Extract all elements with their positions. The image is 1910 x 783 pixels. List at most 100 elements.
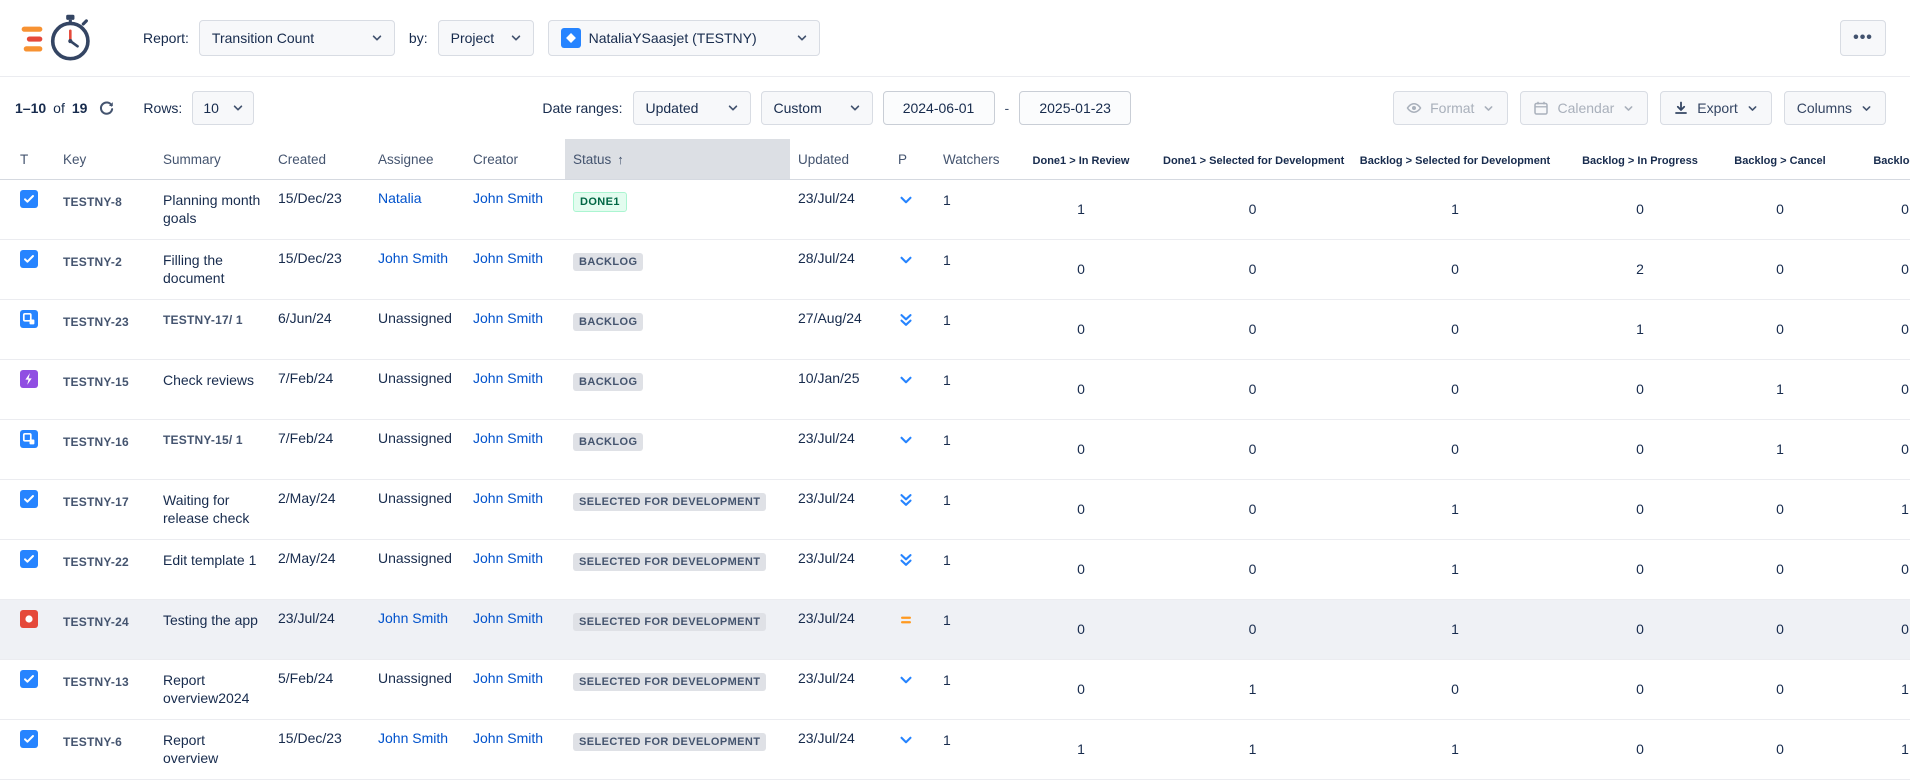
assignee-link[interactable]: John Smith	[378, 610, 448, 626]
creator-link[interactable]: John Smith	[473, 670, 543, 686]
report-type-value: Transition Count	[212, 30, 314, 46]
report-label: Report:	[143, 30, 189, 46]
issue-summary[interactable]: Report overview2024	[163, 672, 249, 707]
watchers-count: 1	[935, 299, 1007, 359]
table-row[interactable]: TESTNY-24Testing the app23/Jul/24John Sm…	[0, 599, 1910, 659]
table-row[interactable]: TESTNY-23TESTNY-17/ 16/Jun/24UnassignedJ…	[0, 299, 1910, 359]
status-badge: SELECTED FOR DEVELOPMENT	[573, 613, 766, 631]
column-header-done1-in-review[interactable]: Done1 > In Review	[1007, 139, 1155, 179]
date-from-input[interactable]	[883, 91, 995, 125]
issue-summary[interactable]: Filling the document	[163, 252, 224, 287]
column-header-watchers[interactable]: Watchers	[935, 139, 1007, 179]
project-select[interactable]: NataliaYSaasjet (TESTNY)	[548, 20, 820, 56]
creator-link[interactable]: John Smith	[473, 190, 543, 206]
creator-link[interactable]: John Smith	[473, 430, 543, 446]
transition-count: 0	[1560, 479, 1720, 539]
chevron-down-icon	[1482, 102, 1495, 115]
column-header-status[interactable]: Status↑	[565, 139, 790, 179]
table-row[interactable]: TESTNY-8Planning month goals15/Dec/23Nat…	[0, 179, 1910, 239]
creator-link[interactable]: John Smith	[473, 310, 543, 326]
issue-summary[interactable]: Planning month goals	[163, 192, 260, 227]
column-header-assignee[interactable]: Assignee	[370, 139, 465, 179]
assignee-link[interactable]: Natalia	[378, 190, 422, 206]
more-options-button[interactable]: •••	[1840, 20, 1886, 56]
group-by-select[interactable]: Project	[438, 20, 534, 56]
refresh-icon[interactable]	[98, 100, 115, 117]
status-badge: BACKLOG	[573, 433, 643, 451]
column-header-backlog-c[interactable]: Backlog > C	[1840, 139, 1910, 179]
issue-summary[interactable]: Testing the app	[163, 612, 258, 628]
assignee-link[interactable]: John Smith	[378, 250, 448, 266]
creator-link[interactable]: John Smith	[473, 370, 543, 386]
issue-key[interactable]: TESTNY-22	[63, 555, 129, 569]
creator-link[interactable]: John Smith	[473, 490, 543, 506]
issue-key[interactable]: TESTNY-16	[63, 435, 129, 449]
columns-button[interactable]: Columns	[1784, 91, 1886, 125]
transition-count: 0	[1155, 419, 1350, 479]
issue-key[interactable]: TESTNY-24	[63, 615, 129, 629]
transition-count: 0	[1720, 179, 1840, 239]
creator-link[interactable]: John Smith	[473, 550, 543, 566]
issue-key[interactable]: TESTNY-13	[63, 675, 129, 689]
column-header-done1-selected-for-development[interactable]: Done1 > Selected for Development	[1155, 139, 1350, 179]
issue-key[interactable]: TESTNY-6	[63, 735, 122, 749]
creator-link[interactable]: John Smith	[473, 730, 543, 746]
date-to-input[interactable]	[1019, 91, 1131, 125]
updated-date: 23/Jul/24	[790, 659, 890, 719]
date-field-select[interactable]: Updated	[633, 91, 751, 125]
export-button[interactable]: Export	[1660, 91, 1771, 125]
priority-lowest-icon	[898, 552, 914, 568]
issue-summary[interactable]: Waiting for release check	[163, 492, 249, 527]
priority-low-icon	[898, 732, 914, 748]
column-header-backlog-in-progress[interactable]: Backlog > In Progress	[1560, 139, 1720, 179]
issue-key[interactable]: TESTNY-17	[63, 495, 129, 509]
table-row[interactable]: TESTNY-16TESTNY-15/ 17/Feb/24UnassignedJ…	[0, 419, 1910, 479]
column-header-creator[interactable]: Creator	[465, 139, 565, 179]
issue-summary[interactable]: Report overview	[163, 732, 218, 767]
transition-count: 0	[1007, 539, 1155, 599]
rows-per-page-select[interactable]: 10	[192, 91, 254, 125]
transition-count: 1	[1720, 359, 1840, 419]
created-date: 6/Jun/24	[270, 299, 370, 359]
column-header-backlog-cancel[interactable]: Backlog > Cancel	[1720, 139, 1840, 179]
by-label: by:	[409, 30, 428, 46]
report-type-select[interactable]: Transition Count	[199, 20, 395, 56]
project-value: NataliaYSaasjet (TESTNY)	[589, 30, 757, 46]
issue-key[interactable]: TESTNY-2	[63, 255, 122, 269]
table-row[interactable]: TESTNY-2Filling the document15/Dec/23Joh…	[0, 239, 1910, 299]
issue-key[interactable]: TESTNY-8	[63, 195, 122, 209]
transition-count: 0	[1840, 299, 1910, 359]
column-header-key[interactable]: Key	[55, 139, 155, 179]
assignee-link[interactable]: John Smith	[378, 730, 448, 746]
column-header-t[interactable]: T	[0, 139, 55, 179]
calendar-button[interactable]: Calendar	[1520, 91, 1648, 125]
transition-count: 1	[1350, 179, 1560, 239]
column-header-summary[interactable]: Summary	[155, 139, 270, 179]
creator-link[interactable]: John Smith	[473, 610, 543, 626]
column-header-created[interactable]: Created	[270, 139, 370, 179]
table-row[interactable]: TESTNY-22Edit template 12/May/24Unassign…	[0, 539, 1910, 599]
table-row[interactable]: TESTNY-6Report overview15/Dec/23John Smi…	[0, 719, 1910, 779]
issue-summary[interactable]: TESTNY-15/ 1	[163, 433, 243, 447]
transition-count: 0	[1840, 179, 1910, 239]
column-header-p[interactable]: P	[890, 139, 935, 179]
column-header-backlog-selected-for-development[interactable]: Backlog > Selected for Development	[1350, 139, 1560, 179]
priority-low-icon	[898, 432, 914, 448]
issue-summary[interactable]: TESTNY-17/ 1	[163, 313, 243, 327]
created-date: 7/Feb/24	[270, 419, 370, 479]
timer-logo-icon	[15, 9, 107, 67]
column-header-updated[interactable]: Updated	[790, 139, 890, 179]
issue-summary[interactable]: Edit template 1	[163, 552, 256, 568]
issue-summary[interactable]: Check reviews	[163, 372, 254, 388]
issue-key[interactable]: TESTNY-15	[63, 375, 129, 389]
date-mode-select[interactable]: Custom	[761, 91, 873, 125]
watchers-count: 1	[935, 239, 1007, 299]
issue-key[interactable]: TESTNY-23	[63, 315, 129, 329]
table-row[interactable]: TESTNY-15Check reviews7/Feb/24Unassigned…	[0, 359, 1910, 419]
creator-link[interactable]: John Smith	[473, 250, 543, 266]
transition-count: 0	[1350, 299, 1560, 359]
format-button[interactable]: Format	[1393, 91, 1508, 125]
table-row[interactable]: TESTNY-17Waiting for release check2/May/…	[0, 479, 1910, 539]
table-row[interactable]: TESTNY-13Report overview20245/Feb/24Unas…	[0, 659, 1910, 719]
issue-type-subtask-icon	[20, 310, 38, 328]
